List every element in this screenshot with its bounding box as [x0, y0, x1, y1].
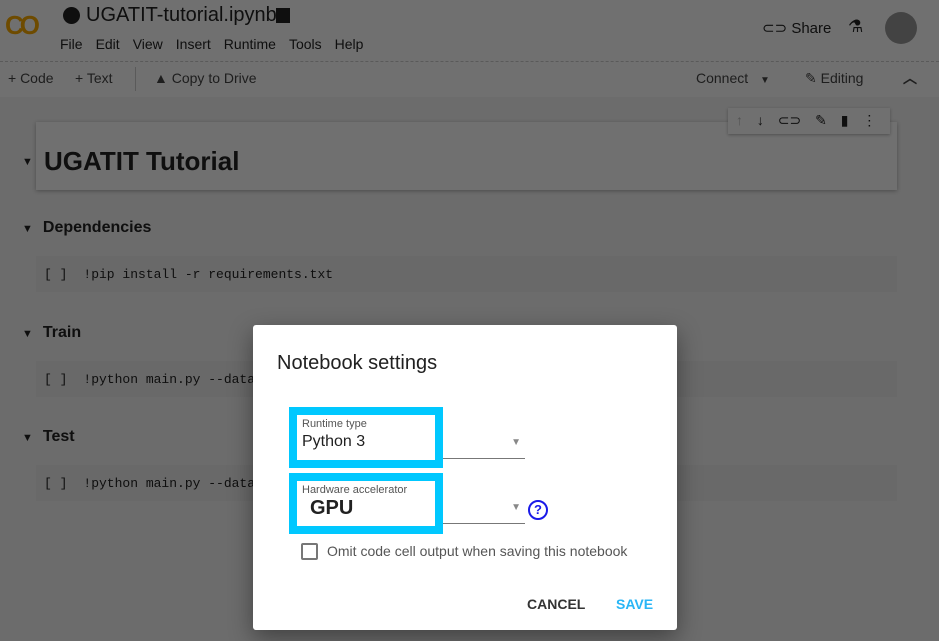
- more-icon[interactable]: ⋮: [862, 112, 876, 128]
- link-icon[interactable]: ⊂⊃: [778, 112, 801, 128]
- move-up-icon[interactable]: ↑: [736, 112, 743, 128]
- pencil-icon: ✎: [805, 70, 821, 86]
- dropdown-arrow-icon: ▼: [511, 437, 521, 448]
- markdown-cell[interactable]: ↑ ↓ ⊂⊃ ✎ ▮ ⋮ UGATIT Tutorial: [36, 108, 897, 190]
- menu-bar: File Edit View Insert Runtime Tools Help: [60, 36, 376, 54]
- runtime-type-highlight[interactable]: Runtime type Python 3: [289, 407, 443, 468]
- collapse-header-icon[interactable]: ︿: [903, 68, 917, 88]
- section-test[interactable]: ▼ Test: [22, 428, 75, 446]
- dropdown-arrow-icon: ▼: [511, 502, 521, 513]
- runtime-type-value: Python 3: [302, 433, 366, 450]
- hardware-accelerator-value: GPU: [310, 497, 354, 519]
- run-button[interactable]: [ ]: [44, 267, 67, 282]
- omit-output-label[interactable]: Omit code cell output when saving this n…: [327, 543, 627, 559]
- menu-edit[interactable]: Edit: [96, 36, 120, 52]
- collapse-icon[interactable]: ▼: [22, 432, 33, 444]
- run-button[interactable]: [ ]: [44, 476, 67, 491]
- move-down-icon[interactable]: ↓: [757, 112, 764, 128]
- connect-button[interactable]: Connect ▼: [696, 70, 770, 86]
- share-button[interactable]: ⊂⊃ Share: [762, 19, 831, 37]
- edit-icon[interactable]: ✎: [815, 112, 827, 128]
- editing-button[interactable]: ✎ Editing: [805, 70, 863, 87]
- copy-to-drive-button[interactable]: ▲ Copy to Drive: [154, 70, 257, 86]
- save-button[interactable]: SAVE: [616, 596, 653, 612]
- flask-icon[interactable]: ⚗: [848, 17, 863, 37]
- hardware-accelerator-label: Hardware accelerator: [302, 484, 408, 496]
- menu-file[interactable]: File: [60, 36, 83, 52]
- add-code-button[interactable]: + Code: [8, 70, 54, 86]
- toolbar: + Code + Text ▲ Copy to Drive Connect ▼ …: [0, 62, 939, 97]
- code-cell[interactable]: [ ] !pip install -r requirements.txt: [36, 256, 897, 292]
- accelerator-dropdown[interactable]: ▼: [443, 502, 525, 524]
- notebook-heading: UGATIT Tutorial: [44, 146, 240, 176]
- menu-tools[interactable]: Tools: [289, 36, 322, 52]
- runtime-type-label: Runtime type: [302, 418, 367, 430]
- save-disabled-icon: [276, 8, 290, 23]
- section-train[interactable]: ▼ Train: [22, 324, 81, 342]
- cancel-button[interactable]: CANCEL: [527, 596, 585, 612]
- menu-insert[interactable]: Insert: [176, 36, 211, 52]
- notebook-settings-dialog: Notebook settings ▼ Runtime type Python …: [253, 325, 677, 630]
- chevron-down-icon: ▼: [760, 75, 770, 86]
- collapse-icon[interactable]: ▼: [22, 328, 33, 340]
- delete-icon[interactable]: ▮: [841, 112, 849, 128]
- section-dependencies[interactable]: ▼ Dependencies: [22, 219, 151, 237]
- collapse-icon[interactable]: ▼: [22, 223, 33, 235]
- runtime-dropdown[interactable]: ▼: [443, 437, 525, 459]
- menu-runtime[interactable]: Runtime: [224, 36, 276, 52]
- add-text-button[interactable]: + Text: [75, 70, 113, 86]
- menu-help[interactable]: Help: [335, 36, 364, 52]
- notebook-title[interactable]: UGATIT-tutorial.ipynb: [86, 4, 277, 27]
- run-button[interactable]: [ ]: [44, 372, 67, 387]
- dialog-title: Notebook settings: [277, 352, 438, 374]
- collapse-icon[interactable]: ▼: [22, 156, 33, 168]
- colab-logo[interactable]: CO: [5, 10, 40, 41]
- hardware-accelerator-highlight[interactable]: Hardware accelerator GPU: [289, 473, 443, 534]
- menu-view[interactable]: View: [133, 36, 163, 52]
- divider: [135, 67, 136, 91]
- cell-toolbar: ↑ ↓ ⊂⊃ ✎ ▮ ⋮: [728, 108, 890, 134]
- drive-icon: ▲: [154, 70, 172, 86]
- github-icon: [63, 7, 80, 24]
- avatar[interactable]: [885, 12, 917, 44]
- omit-output-checkbox[interactable]: [301, 543, 318, 560]
- help-icon[interactable]: ?: [528, 500, 548, 520]
- header: CO UGATIT-tutorial.ipynb File Edit View Ins…: [0, 0, 939, 62]
- link-icon: ⊂⊃: [762, 20, 792, 37]
